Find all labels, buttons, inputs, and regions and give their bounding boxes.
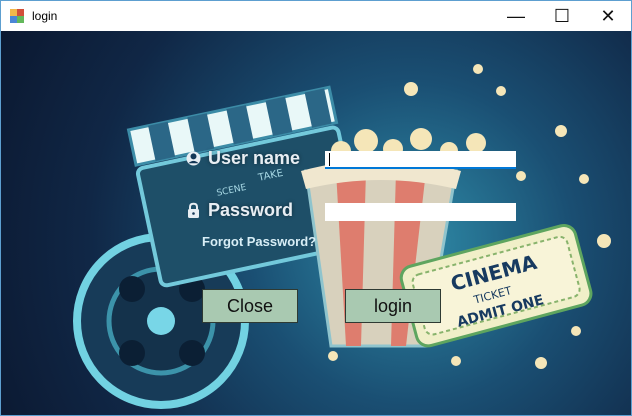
window-title: login (32, 9, 58, 23)
password-input[interactable] (325, 203, 516, 221)
username-label-text: User name (208, 148, 301, 168)
text-caret (329, 153, 330, 166)
username-label: User name (185, 148, 300, 169)
minimize-icon: — (507, 5, 525, 26)
login-button[interactable]: login (345, 289, 441, 323)
app-icon (10, 9, 24, 23)
username-input[interactable] (325, 151, 516, 169)
forgot-password-link[interactable]: Forgot Password? (202, 234, 316, 249)
user-icon (186, 151, 201, 166)
lock-icon (188, 202, 199, 218)
maximize-button[interactable]: ☐ (539, 1, 585, 31)
maximize-icon: ☐ (553, 5, 571, 26)
title-bar[interactable]: login — ☐ ✕ (1, 1, 631, 31)
password-label-text: Password (208, 200, 294, 220)
close-icon: ✕ (600, 5, 616, 26)
close-window-button[interactable]: ✕ (585, 1, 631, 31)
password-label: Password (185, 200, 293, 221)
minimize-button[interactable]: — (493, 1, 539, 31)
cinema-background: SCENE TAKE CINEMA TICKET ADMIT ONE (73, 64, 611, 409)
login-window: login — ☐ ✕ SCENE TAKE CINEMA TICKET ADM… (0, 0, 632, 416)
close-button[interactable]: Close (202, 289, 298, 323)
login-panel: SCENE TAKE CINEMA TICKET ADMIT ONE User … (1, 31, 631, 415)
